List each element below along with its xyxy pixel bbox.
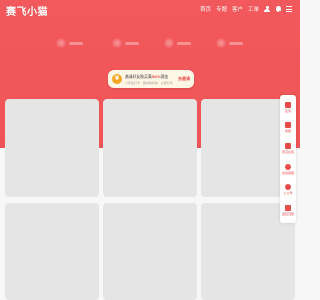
feature-icon	[216, 38, 226, 48]
support-icon	[284, 163, 291, 170]
sidebar-item-wechat[interactable]: 公众号	[283, 184, 293, 195]
feature-item[interactable]	[164, 38, 191, 48]
feature-item[interactable]	[56, 38, 83, 48]
feature-label-placeholder	[229, 41, 243, 45]
wechat-icon	[284, 184, 291, 191]
headset-icon	[284, 122, 291, 129]
feature-row	[40, 38, 265, 58]
promo-banner[interactable]: ¥ 邀请好友购买满30%佣金 少年爱打卡 · 邀请码有效 · 立即分享 去邀请	[108, 70, 194, 88]
sidebar-item-online-support[interactable]: 在线客服	[282, 163, 294, 175]
feature-label-placeholder	[69, 41, 83, 45]
nav-item-tickets[interactable]: 工单	[248, 5, 259, 13]
sidebar-item-back-to-top[interactable]: 返回顶部	[282, 205, 294, 216]
feature-item[interactable]	[112, 38, 139, 48]
arrow-up-icon	[284, 205, 291, 212]
promo-text: 邀请好友购买满30%佣金 少年爱打卡 · 邀请码有效 · 立即分享	[125, 74, 175, 85]
invite-button[interactable]: 去邀请	[178, 76, 190, 82]
bell-icon[interactable]	[275, 6, 281, 13]
promo-headline: 邀请好友购买满30%佣金	[125, 73, 169, 79]
content-card[interactable]	[103, 99, 197, 197]
content-card[interactable]	[5, 203, 99, 300]
feature-icon	[56, 38, 66, 48]
sidebar-item-checkin[interactable]: 签到	[284, 101, 291, 113]
main-nav: 首页 专题 客户 工单	[200, 5, 292, 13]
feature-label-placeholder	[177, 41, 191, 45]
nav-item-clients[interactable]: 客户	[232, 5, 243, 13]
menu-icon[interactable]	[286, 6, 292, 12]
sidebar-item-feedback[interactable]: 意见反馈	[282, 143, 294, 154]
promo-subtext: 少年爱打卡 · 邀请码有效 · 立即分享	[125, 80, 173, 85]
sidebar-item-service[interactable]: 客服	[284, 122, 291, 133]
top-bar: 赛飞小猫 首页 专题 客户 工单	[0, 0, 300, 20]
feature-icon	[112, 38, 122, 48]
floating-sidebar: 签到 客服 意见反馈 在线客服 公众号 返回顶部	[280, 95, 296, 223]
feature-item[interactable]	[216, 38, 243, 48]
user-icon[interactable]	[264, 5, 270, 13]
content-card[interactable]	[5, 99, 99, 197]
gift-icon	[284, 101, 291, 108]
feature-label-placeholder	[125, 41, 139, 45]
promo-highlight: 30%	[151, 73, 161, 79]
content-card[interactable]	[103, 203, 197, 300]
app-logo[interactable]: 赛飞小猫	[6, 3, 48, 18]
coin-icon: ¥	[112, 74, 122, 84]
nav-item-topics[interactable]: 专题	[216, 5, 227, 13]
nav-item-home[interactable]: 首页	[200, 5, 211, 13]
edit-icon	[284, 143, 291, 150]
feature-icon	[164, 38, 174, 48]
